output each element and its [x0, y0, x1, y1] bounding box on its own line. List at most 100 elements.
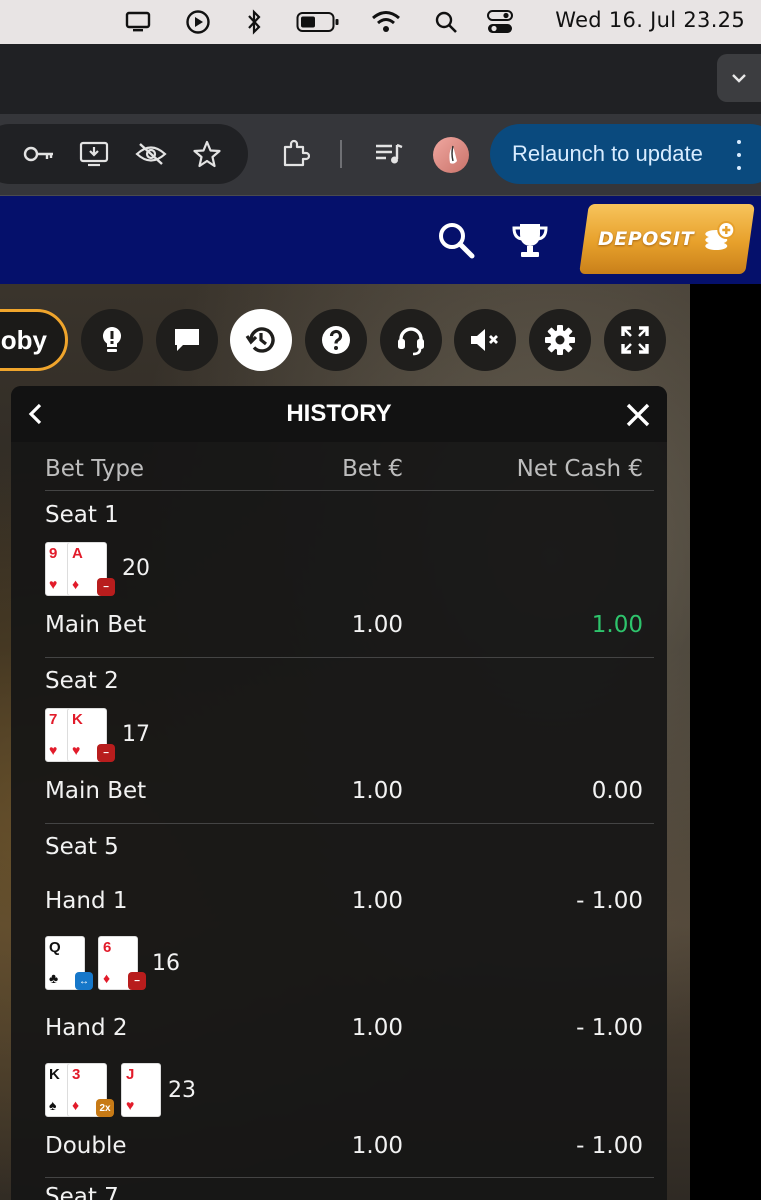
media-queue-icon[interactable] [372, 137, 406, 171]
spade-suit-icon: ♠ [49, 1097, 57, 1113]
mute-icon[interactable] [454, 309, 516, 371]
seat5-label: Seat 5 [45, 834, 119, 860]
trophy-icon[interactable] [508, 218, 552, 262]
seat5-hand2-score: 23 [168, 1078, 196, 1103]
site-search-icon[interactable] [434, 218, 478, 262]
seat5-double-net: - 1.00 [576, 1133, 643, 1159]
split-badge-icon: ↔ [75, 972, 93, 990]
support-icon[interactable] [380, 309, 442, 371]
row-divider [45, 657, 654, 658]
card-rank: K [49, 1066, 60, 1083]
bust-badge-icon: − [97, 578, 115, 596]
heart-suit-icon: ♥ [49, 742, 58, 758]
deposit-label: DEPOSIT [598, 228, 695, 250]
seat2-cards: 7 ♥ K ♥ − [45, 708, 115, 764]
chevron-down-icon [732, 74, 746, 83]
heart-suit-icon: ♥ [72, 742, 81, 758]
relaunch-to-update-button[interactable]: Relaunch to update [490, 124, 761, 184]
seat1-score: 20 [122, 556, 150, 581]
avatar-figure-icon [449, 145, 457, 164]
seat5-hand1-net: - 1.00 [576, 888, 643, 914]
lobby-button[interactable]: oby [0, 309, 68, 371]
display-icon[interactable] [124, 8, 152, 36]
col-net-cash: Net Cash € [516, 456, 643, 482]
diamond-suit-icon: ♦ [72, 1097, 80, 1113]
bulb-icon[interactable] [81, 309, 143, 371]
extensions-icon[interactable] [278, 137, 312, 171]
seat2-bet-type: Main Bet [45, 778, 147, 804]
history-panel: HISTORY Bet Type Bet € Net Cash € Seat 1… [11, 386, 667, 1200]
more-menu-icon[interactable] [734, 140, 744, 170]
seat1-cards: 9 ♥ A ♦ − [45, 542, 115, 598]
diamond-suit-icon: ♦ [72, 576, 80, 592]
club-suit-icon: ♣ [49, 970, 59, 986]
bust-badge-icon: − [128, 972, 146, 990]
seat2-bet: 1.00 [351, 778, 403, 804]
seat2-score: 17 [122, 722, 150, 747]
seat5-hand2-net: - 1.00 [576, 1015, 643, 1041]
seat7-label: Seat 7 [45, 1184, 119, 1200]
seat5-hand2-label: Hand 2 [45, 1015, 128, 1041]
lobby-label: oby [0, 324, 47, 355]
seat5-hand1-score: 16 [152, 951, 180, 976]
settings-icon[interactable] [529, 309, 591, 371]
heart-suit-icon: ♥ [126, 1097, 135, 1113]
history-icon[interactable] [230, 309, 292, 371]
seat1-bet: 1.00 [351, 612, 403, 638]
seat1-label: Seat 1 [45, 502, 119, 528]
seat5-double-label: Double [45, 1133, 127, 1159]
card: J ♥ [121, 1063, 161, 1117]
seat2-label: Seat 2 [45, 668, 119, 694]
search-icon[interactable] [432, 8, 460, 36]
help-icon[interactable] [305, 309, 367, 371]
card-rank: A [72, 545, 83, 562]
toolbar-separator [340, 140, 342, 168]
card-rank: Q [49, 939, 61, 956]
eye-slash-icon[interactable] [134, 137, 168, 171]
wifi-icon[interactable] [370, 8, 402, 36]
card-rank: 9 [49, 545, 58, 562]
seat5-hand2-cards: K ♠ 3 ♦ 2x J ♥ [45, 1063, 165, 1119]
fullscreen-icon[interactable] [604, 309, 666, 371]
browser-tab-bar [0, 44, 761, 114]
seat1-net: 1.00 [591, 612, 643, 638]
coins-icon [705, 221, 736, 250]
seat5-hand1-label: Hand 1 [45, 888, 128, 914]
play-circle-icon[interactable] [184, 8, 212, 36]
tab-search-button[interactable] [717, 54, 761, 102]
heart-suit-icon: ♥ [49, 576, 58, 592]
stage-right-gutter [690, 284, 761, 1200]
seat5-hand1-cards: Q ♣ ↔ 6 ♦ − [45, 936, 146, 992]
profile-avatar[interactable] [433, 137, 469, 173]
deposit-button[interactable]: DEPOSIT [579, 204, 755, 274]
bust-badge-icon: − [97, 744, 115, 762]
col-bet: Bet € [342, 456, 403, 482]
row-divider [45, 823, 654, 824]
seat5-double-bet: 1.00 [351, 1133, 403, 1159]
seat5-hand1-bet: 1.00 [351, 888, 403, 914]
card-rank: K [72, 711, 83, 728]
row-divider [45, 1177, 654, 1178]
card-rank: 6 [103, 939, 112, 956]
card-rank: 7 [49, 711, 58, 728]
bluetooth-icon[interactable] [240, 8, 268, 36]
seat2-net: 0.00 [591, 778, 643, 804]
chat-icon[interactable] [156, 309, 218, 371]
card-rank: J [126, 1066, 135, 1083]
close-icon[interactable] [625, 402, 651, 428]
history-title: HISTORY [286, 400, 392, 427]
key-icon[interactable] [22, 137, 56, 171]
install-icon[interactable] [78, 137, 112, 171]
control-center-icon[interactable] [486, 8, 514, 36]
col-bet-type: Bet Type [45, 456, 145, 482]
relaunch-label: Relaunch to update [512, 141, 703, 166]
history-header: HISTORY [11, 386, 667, 442]
double-badge-icon: 2x [96, 1099, 114, 1117]
seat5-hand2-bet: 1.00 [351, 1015, 403, 1041]
header-divider [45, 490, 654, 491]
diamond-suit-icon: ♦ [103, 970, 111, 986]
menu-clock[interactable]: Wed 16. Jul 23.25 [555, 8, 745, 32]
menu-bar: Wed 16. Jul 23.25 [0, 0, 761, 44]
star-icon[interactable] [190, 137, 224, 171]
battery-icon[interactable] [296, 8, 340, 36]
